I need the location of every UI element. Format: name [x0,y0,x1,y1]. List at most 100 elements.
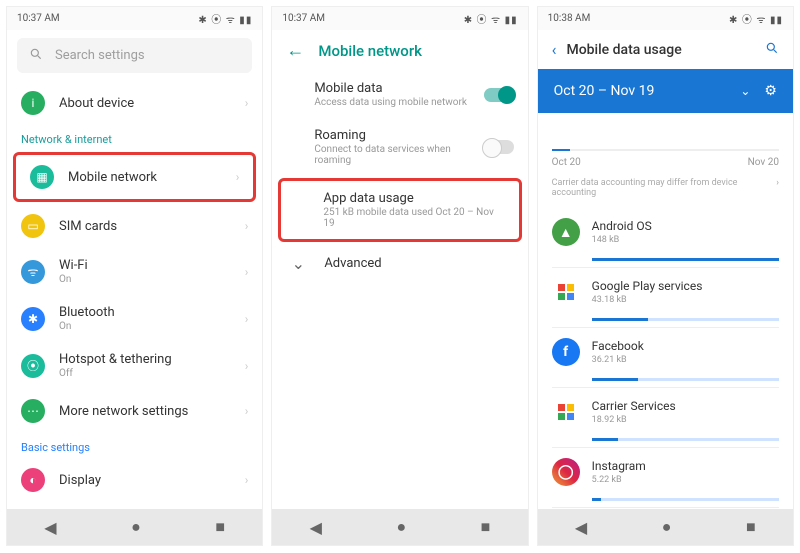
display-row[interactable]: ◐ Display › [7,458,262,502]
app-name: Instagram [592,459,779,473]
hotspot-icon: ⦿ [21,354,45,378]
usage-chart [552,149,779,151]
app-data-usage-row[interactable]: App data usage 251 kB mobile data used O… [281,181,518,239]
screen-settings: 10:37 AM ✱ ⦿ ᯤ ▮▮ Search settings i Abou… [6,6,263,546]
wifi-row[interactable]: ᯤ Wi-FiOn › [7,248,262,295]
hotspot-row[interactable]: ⦿ Hotspot & tetheringOff › [7,342,262,389]
app-name: Android OS [592,219,779,233]
carrier-notice[interactable]: Carrier data accounting may differ from … [538,178,793,208]
app-row[interactable]: Carrier Services 18.92 kB [538,388,793,436]
mobile-data-row[interactable]: Mobile data Access data using mobile net… [272,71,527,118]
section-network-header: Network & internet [7,125,262,150]
nav-bar: ◀ ● ■ [7,509,262,545]
nav-back-icon[interactable]: ◀ [575,518,587,537]
chevron-right-icon: › [245,312,249,326]
chevron-right-icon: › [245,359,249,373]
app-usage-bar [592,498,779,501]
nav-recent-icon[interactable]: ■ [481,517,491,537]
clock: 10:37 AM [282,13,325,24]
app-icon: f [552,338,580,366]
status-bar: 10:38 AM ✱ ⦿ ᯤ ▮▮ [538,7,793,30]
nav-recent-icon[interactable]: ■ [746,517,756,537]
app-usage-bar [592,318,779,321]
sim-icon: ▭ [21,214,45,238]
chevron-right-icon: › [245,473,249,487]
nav-bar: ◀ ● ■ [272,509,527,545]
status-icons: ✱ ⦿ ᯤ ▮▮ [464,11,518,26]
page-title: Mobile data usage [566,42,755,58]
back-arrow-icon[interactable]: ← [286,40,304,61]
highlight-mobile-network: ▦ Mobile network › [13,152,256,202]
date-range-bar[interactable]: Oct 20 – Nov 19 ⌄ ⚙ [538,69,793,113]
screen-mobile-network: 10:37 AM ✱ ⦿ ᯤ ▮▮ ← Mobile network Mobil… [271,6,528,546]
nav-recent-icon[interactable]: ■ [215,517,225,537]
app-icon [552,278,580,306]
chevron-right-icon: › [245,265,249,279]
back-chevron-icon[interactable]: ‹ [552,40,557,59]
app-size: 18.92 kB [592,415,779,425]
section-basic-header: Basic settings [7,433,262,458]
status-bar: 10:37 AM ✱ ⦿ ᯤ ▮▮ [272,7,527,30]
app-size: 36.21 kB [592,355,779,365]
chevron-down-icon: ⌄ [286,254,310,273]
divider [552,507,779,508]
status-icons: ✱ ⦿ ᯤ ▮▮ [729,11,783,26]
clock: 10:37 AM [17,13,60,24]
advanced-row[interactable]: ⌄ Advanced [272,244,527,283]
roaming-row[interactable]: Roaming Connect to data services when ro… [272,118,527,176]
app-name: Google Play services [592,279,779,293]
page-title: Mobile network [318,42,422,60]
app-icon [552,398,580,426]
header: ← Mobile network [272,30,527,71]
roaming-toggle[interactable] [484,140,514,154]
mobile-network-icon: ▦ [30,165,54,189]
app-size: 148 kB [592,235,779,245]
mobile-data-toggle[interactable] [484,88,514,102]
nav-back-icon[interactable]: ◀ [310,518,322,537]
app-row[interactable]: ▲ Android OS 148 kB [538,208,793,256]
chevron-right-icon: › [236,170,240,184]
bluetooth-row[interactable]: ✱ BluetoothOn › [7,295,262,342]
sim-cards-row[interactable]: ▭ SIM cards › [7,204,262,248]
app-row[interactable]: ◯ Instagram 5.22 kB [538,448,793,496]
about-device-row[interactable]: i About device › [7,81,262,125]
search-settings[interactable]: Search settings [17,38,252,73]
chevron-right-icon: › [245,96,249,110]
nav-home-icon[interactable]: ● [662,517,672,537]
nav-home-icon[interactable]: ● [396,517,406,537]
app-usage-bar [592,378,779,381]
app-size: 5.22 kB [592,475,779,485]
navigation-bar-row[interactable]: ▤ Navigation bar › [7,502,262,509]
app-icon: ▲ [552,218,580,246]
clock: 10:38 AM [548,13,591,24]
screen-data-usage: 10:38 AM ✱ ⦿ ᯤ ▮▮ ‹ Mobile data usage Oc… [537,6,794,546]
chevron-right-icon: › [245,404,249,418]
nav-home-icon[interactable]: ● [131,517,141,537]
header: ‹ Mobile data usage [538,30,793,69]
mobile-network-row[interactable]: ▦ Mobile network › [16,155,253,199]
search-icon [29,46,43,65]
display-icon: ◐ [21,468,45,492]
chevron-down-icon[interactable]: ⌄ [740,84,750,98]
app-name: Carrier Services [592,399,779,413]
nav-back-icon[interactable]: ◀ [44,518,56,537]
nav-bar: ◀ ● ■ [538,509,793,545]
search-placeholder: Search settings [55,48,145,63]
app-icon: ◯ [552,458,580,486]
app-row[interactable]: Google Play services 43.18 kB [538,268,793,316]
date-range: Oct 20 – Nov 19 [554,83,741,99]
app-name: Facebook [592,339,779,353]
wifi-icon: ᯤ [21,260,45,284]
chart-axis: Oct 20 Nov 20 [538,153,793,178]
highlight-app-data-usage: App data usage 251 kB mobile data used O… [278,178,521,242]
app-usage-bar [592,438,779,441]
search-icon[interactable] [765,40,779,59]
info-icon: i [21,91,45,115]
more-network-row[interactable]: ⋯ More network settings › [7,389,262,433]
status-icons: ✱ ⦿ ᯤ ▮▮ [198,11,252,26]
app-row[interactable]: f Facebook 36.21 kB [538,328,793,376]
gear-icon[interactable]: ⚙ [764,83,777,99]
status-bar: 10:37 AM ✱ ⦿ ᯤ ▮▮ [7,7,262,30]
app-usage-bar [592,258,779,261]
bluetooth-icon: ✱ [21,307,45,331]
